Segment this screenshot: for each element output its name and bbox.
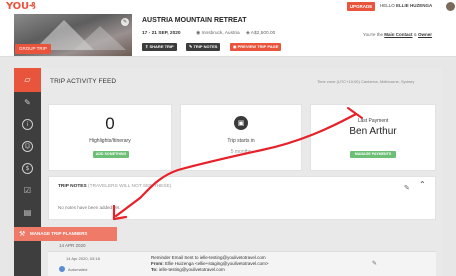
chevron-up-icon[interactable]: ⌃ (419, 180, 426, 189)
log-date: 14 APR 2020 (59, 243, 86, 248)
owner-link[interactable]: Owner (418, 32, 432, 37)
highlights-count: 0 (105, 114, 115, 133)
feed-title: TRIP ACTIVITY FEED (50, 78, 117, 85)
main-panel (41, 68, 442, 276)
trip-header: GROUP TRIP ✎ AUSTRIA MOUNTAIN RETREAT 17… (0, 14, 456, 57)
trip-start-card: ▣ Trip starts in 5 months (180, 104, 302, 171)
trip-price: ◈ A$2,500.00 (246, 31, 275, 36)
preview-trip-page-button[interactable]: ◉ PREVIEW TRIP PAGE (230, 43, 282, 51)
main-contact-link[interactable]: Main Contact (384, 32, 412, 37)
edit-cover-icon[interactable]: ✎ (121, 18, 129, 26)
trip-notes-heading: TRIP NOTES (58, 184, 87, 189)
last-payment-card: Last Payment Ben Arthur MANAGE PAYMENTS (310, 104, 436, 171)
hello-prefix: HELLO (380, 3, 395, 8)
log-from-label: From: (151, 261, 164, 266)
user-greeting[interactable]: HELLO ELLIE HUZENGA (380, 3, 432, 8)
luggage-icon: ▣ (234, 116, 248, 130)
sidebar: ▱ ✎ i ☺ $ ☑ ▤ (14, 68, 41, 276)
eye-icon: ◉ (233, 44, 237, 49)
manage-icon: ⚒ (19, 230, 26, 238)
trip-location: ◉ Innsbruck, Austria (196, 31, 240, 36)
chat-icon: ▱ (24, 75, 31, 84)
page-title: AUSTRIA MOUNTAIN RETREAT (142, 17, 247, 24)
edit-log-icon[interactable]: ✎ (372, 260, 377, 267)
log-from-value: Ellie Huizenga <ellie+staging@youlivetot… (165, 261, 269, 266)
timezone-label: Time zone (UTC+10:00) Canberra, Melbourn… (317, 79, 415, 84)
notes-empty-message: No notes have been added yet. (58, 205, 121, 210)
edit-notes-icon[interactable]: ✎ (404, 184, 410, 192)
contact-amp: & (413, 32, 417, 37)
trip-location-text: Innsbruck, Austria (201, 31, 240, 36)
share-icon: ⇪ (145, 44, 149, 49)
log-message: Reminder Email Sent to ielle-testing@you… (151, 255, 269, 273)
mountain-shape (74, 26, 126, 50)
user-name: ELLIE HUZENGA (396, 3, 433, 8)
dollar-icon[interactable]: $ (22, 163, 33, 174)
avatar[interactable] (446, 2, 455, 11)
group-trip-badge: GROUP TRIP (15, 44, 51, 54)
trip-notes-panel: TRIP NOTES (TRAVELERS WILL NOT SEE THESE… (48, 176, 436, 220)
group-icon[interactable]: ☺ (22, 141, 33, 152)
trip-notes-label: TRIP NOTES (193, 44, 218, 49)
highlights-card: 0 Highlights/Itinerary ADD SOMETHING (48, 104, 172, 171)
tag-icon: ◈ (246, 31, 250, 36)
trip-starts-value: 5 months (230, 149, 252, 155)
upgrade-button[interactable]: UPGRADE (347, 2, 375, 11)
brand-logo[interactable]: YOU₰ (6, 1, 36, 12)
top-navbar: YOU₰ UPGRADE HELLO ELLIE HUZENGA (0, 0, 456, 14)
last-payment-name: Ben Arthur (349, 126, 397, 137)
checklist-icon[interactable]: ☑ (22, 185, 33, 196)
log-timestamp: 14 Apr 2020, 03:18 (66, 256, 100, 261)
trip-notes-button[interactable]: ✎ TRIP NOTES (186, 43, 221, 51)
trip-dates: 17 - 21 SEP, 2020 (142, 31, 181, 36)
pin-icon: ◉ (196, 31, 201, 36)
notes-icon: ✎ (189, 44, 193, 49)
trip-notes-subtitle: (TRAVELERS WILL NOT SEE THESE) (88, 184, 172, 189)
trip-price-text: A$2,500.00 (250, 31, 276, 36)
log-author: Automated (68, 267, 88, 272)
contact-info: You're the Main Contact & Owner (363, 32, 432, 37)
automated-avatar (59, 266, 65, 272)
preview-trip-label: PREVIEW TRIP PAGE (237, 44, 279, 49)
add-something-button[interactable]: ADD SOMETHING (93, 151, 129, 158)
document-icon[interactable]: ▤ (22, 207, 33, 218)
log-to: To: ielle-testing@youlivetotravel.com (151, 267, 269, 273)
share-trip-label: SHARE TRIP (149, 44, 174, 49)
log-to-value: ielle-testing@youlivetotravel.com (158, 267, 225, 272)
highlights-label: Highlights/Itinerary (89, 138, 131, 144)
share-trip-button[interactable]: ⇪ SHARE TRIP (142, 43, 177, 51)
trip-starts-label: Trip starts in (227, 138, 255, 144)
log-to-label: To: (151, 267, 158, 272)
manage-trip-planners-label: MANAGE TRIP PLANNERS (30, 231, 88, 236)
pencil-icon[interactable]: ✎ (22, 97, 33, 108)
trip-notes-title: TRIP NOTES (TRAVELERS WILL NOT SEE THESE… (58, 184, 171, 189)
contact-prefix: You're the (363, 32, 383, 37)
info-icon[interactable]: i (22, 119, 33, 130)
manage-payments-button[interactable]: MANAGE PAYMENTS (350, 151, 396, 158)
last-payment-label: Last Payment (357, 118, 389, 124)
